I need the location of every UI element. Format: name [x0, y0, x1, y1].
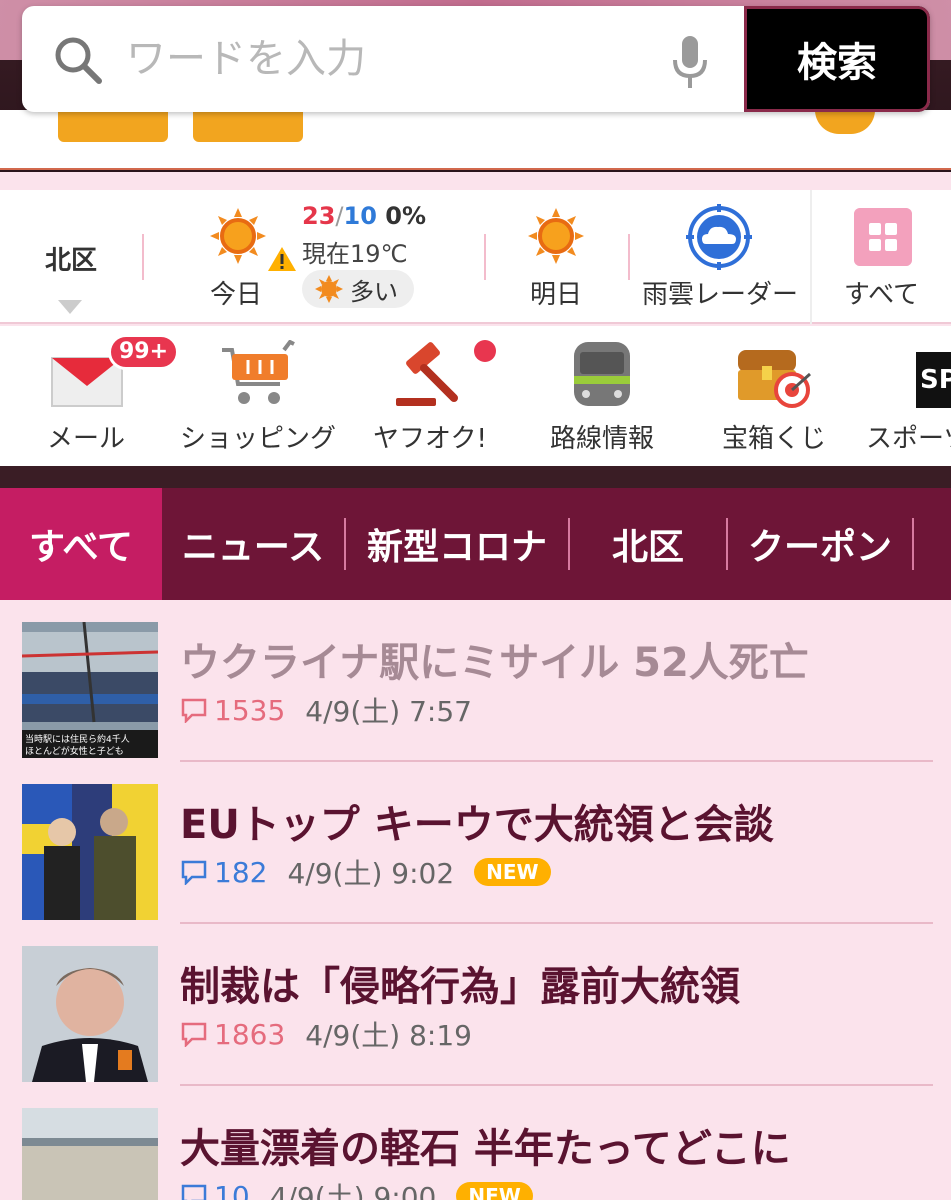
gavel-icon — [396, 342, 458, 406]
current-temperature: 現在19℃ — [302, 240, 408, 268]
tab-kita-ku[interactable]: 北区 — [570, 488, 726, 600]
grid-icon — [854, 208, 912, 266]
promo-tab[interactable] — [815, 110, 875, 134]
comment-icon — [181, 698, 207, 723]
service-treasure[interactable]: 宝箱くじ — [688, 326, 860, 466]
tab-news[interactable]: ニュース — [162, 488, 344, 600]
service-sports[interactable]: SP スポーツ — [860, 326, 951, 466]
caret-down-icon — [58, 300, 82, 314]
all-label: すべて — [843, 280, 920, 310]
news-headline: EUトップ キーウで大統領と会談 — [180, 802, 774, 848]
microphone-icon[interactable] — [670, 34, 710, 90]
news-item[interactable]: 当時駅には住民ら約4千人 ほとんどが女性と子ども ウクライナ駅にミサイル 52人… — [0, 600, 951, 762]
new-badge: NEW — [474, 858, 551, 886]
service-label: メール — [46, 424, 125, 454]
pollen-label: 多い — [350, 277, 398, 306]
today-label: 今日 — [210, 280, 263, 310]
rain-radar-icon — [686, 204, 752, 270]
news-time: 4/9(土) 9:02 — [287, 857, 455, 890]
mail-count-badge: 99+ — [108, 334, 180, 370]
weather-panel: 北区 今日 23/10 0% 現在19℃ 多い 明日 雨雲レーダー すべて — [0, 190, 951, 324]
search-input[interactable] — [126, 26, 666, 92]
category-tabs: すべて ニュース 新型コロナ 北区 クーポン — [0, 488, 951, 600]
location-selector[interactable]: 北区 — [0, 190, 142, 324]
service-mail[interactable]: 99+ メール — [0, 326, 180, 466]
news-headline: 制裁は「侵略行為」露前大統領 — [180, 964, 740, 1010]
shopping-cart-icon — [222, 340, 295, 404]
service-label: 宝箱くじ — [721, 424, 826, 454]
comment-count: 10 — [180, 1180, 250, 1200]
rain-radar[interactable]: 雨雲レーダー — [632, 190, 808, 324]
news-thumbnail — [22, 784, 158, 920]
news-item[interactable]: EUトップ キーウで大統領と会談 182 4/9(土) 9:02 NEW — [0, 762, 951, 924]
location-label: 北区 — [44, 246, 97, 276]
search-bar: 検索 — [22, 6, 930, 112]
comment-icon — [181, 1022, 207, 1047]
service-label: スポーツ — [866, 424, 951, 454]
train-icon — [574, 342, 630, 406]
comment-count: 1863 — [180, 1018, 285, 1051]
rain-radar-label: 雨雲レーダー — [641, 280, 798, 310]
decorative-strip — [0, 466, 951, 488]
treasure-chest-icon — [738, 350, 811, 408]
news-time: 4/9(土) 8:19 — [305, 1019, 472, 1052]
thumbnail-caption: 当時駅には住民ら約4千人 — [25, 733, 130, 745]
news-item[interactable]: 大量漂着の軽石 半年たってどこに 10 4/9(土) 9:00 NEW — [0, 1086, 951, 1200]
service-shopping[interactable]: ショッピング — [172, 326, 344, 466]
service-label: ヤフオク! — [373, 424, 487, 454]
thumbnail-caption: ほとんどが女性と子ども — [25, 745, 124, 757]
comment-count: 1535 — [180, 694, 285, 727]
comment-icon — [181, 860, 207, 885]
tab-covid[interactable]: 新型コロナ — [346, 488, 568, 600]
news-meta: 10 4/9(土) 9:00 NEW — [180, 1176, 533, 1200]
service-transit[interactable]: 路線情報 — [516, 326, 688, 466]
service-label: 路線情報 — [549, 424, 654, 454]
sports-icon: SP — [916, 352, 951, 408]
weather-tomorrow[interactable]: 明日 — [500, 190, 612, 324]
news-meta: 182 4/9(土) 9:02 NEW — [180, 852, 551, 892]
service-label: ショッピング — [179, 424, 336, 454]
news-time: 4/9(土) 7:57 — [305, 695, 472, 728]
sun-icon — [210, 208, 266, 264]
news-thumbnail — [22, 1108, 158, 1200]
promo-tab[interactable] — [193, 110, 303, 142]
promo-strip — [0, 110, 951, 170]
pollen-icon — [315, 275, 343, 303]
news-thumbnail — [22, 946, 158, 1082]
pollen-badge: 多い — [302, 270, 414, 308]
news-meta: 1863 4/9(土) 8:19 — [180, 1014, 472, 1054]
news-thumbnail: 当時駅には住民ら約4千人 ほとんどが女性と子ども — [22, 622, 158, 758]
tomorrow-label: 明日 — [529, 280, 582, 310]
news-headline: 大量漂着の軽石 半年たってどこに — [180, 1126, 791, 1172]
news-meta: 1535 4/9(土) 7:57 — [180, 690, 472, 730]
news-item[interactable]: 制裁は「侵略行為」露前大統領 1863 4/9(土) 8:19 — [0, 924, 951, 1086]
promo-tab[interactable] — [58, 110, 168, 142]
warning-icon — [268, 247, 296, 271]
temperature-range: 23/10 0% — [302, 202, 427, 230]
weather-all[interactable]: すべて — [812, 190, 951, 324]
new-badge: NEW — [456, 1182, 533, 1200]
comment-count: 182 — [180, 856, 267, 889]
news-headline: ウクライナ駅にミサイル 52人死亡 — [180, 640, 809, 686]
search-button[interactable]: 検索 — [744, 6, 930, 112]
news-time: 4/9(土) 9:00 — [269, 1181, 437, 1200]
comment-icon — [181, 1184, 207, 1200]
search-icon — [55, 37, 102, 84]
weather-today[interactable]: 今日 23/10 0% 現在19℃ 多い — [170, 190, 470, 324]
notification-dot — [474, 340, 496, 362]
tab-all[interactable]: すべて — [0, 488, 162, 600]
sun-icon — [528, 208, 584, 264]
sports-icon-text: SP — [920, 365, 951, 395]
tab-coupon[interactable]: クーポン — [728, 488, 912, 600]
